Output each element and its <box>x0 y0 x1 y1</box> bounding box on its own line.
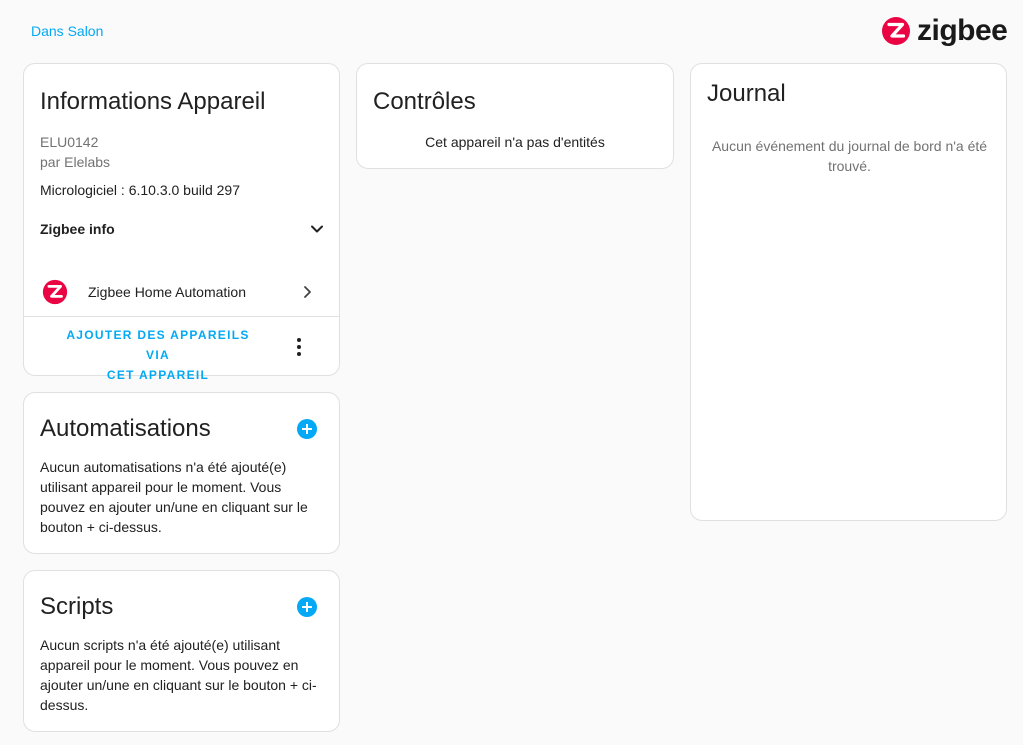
controls-card: Contrôles Cet appareil n'a pas d'entités <box>356 63 674 169</box>
integration-link-zha[interactable]: Zigbee Home Automation <box>24 272 339 312</box>
scripts-title: Scripts <box>40 593 114 620</box>
zigbee-info-label: Zigbee info <box>40 221 115 237</box>
integration-label: Zigbee Home Automation <box>88 284 246 300</box>
zigbee-logo-icon <box>42 279 68 305</box>
brand-logo: zigbee <box>881 14 1008 47</box>
device-model: ELU0142 <box>40 134 99 150</box>
add-devices-via-this-device-button[interactable]: AJOUTER DES APPAREILS VIA CET APPAREIL <box>54 325 262 385</box>
controls-empty-text: Cet appareil n'a pas d'entités <box>425 134 605 150</box>
automations-empty-text: Aucun automatisations n'a été ajouté(e) … <box>40 459 308 535</box>
device-manufacturer: par Elelabs <box>40 154 111 170</box>
area-link[interactable]: Dans Salon <box>31 23 103 39</box>
chevron-down-icon <box>311 225 323 233</box>
zigbee-info-expander[interactable]: Zigbee info <box>40 214 325 244</box>
device-firmware: Micrologiciel : 6.10.3.0 build 297 <box>40 182 241 198</box>
action-label-line2: CET APPAREIL <box>106 368 210 382</box>
scripts-empty-text: Aucun scripts n'a été ajouté(e) utilisan… <box>40 637 317 713</box>
logbook-title: Journal <box>707 80 786 107</box>
logbook-card: Journal Aucun événement du journal de bo… <box>690 63 1007 521</box>
scripts-card: Scripts Aucun scripts n'a été ajouté(e) … <box>23 570 340 732</box>
chevron-right-icon <box>304 286 311 298</box>
brand-text: zigbee <box>917 14 1008 47</box>
controls-title: Contrôles <box>373 88 476 115</box>
action-label-line1: AJOUTER DES APPAREILS VIA <box>66 328 250 362</box>
add-script-plus-icon[interactable] <box>297 597 317 617</box>
automations-title: Automatisations <box>40 415 211 442</box>
logbook-empty-text: Aucun événement du journal de bord n'a é… <box>711 138 988 174</box>
automations-card: Automatisations Aucun automatisations n'… <box>23 392 340 554</box>
zigbee-logo-icon <box>882 17 910 45</box>
device-info-title: Informations Appareil <box>40 88 266 115</box>
device-info-card: Informations Appareil ELU0142 par Elelab… <box>23 63 340 382</box>
add-automation-plus-icon[interactable] <box>297 419 317 439</box>
device-info-actions: AJOUTER DES APPAREILS VIA CET APPAREIL <box>24 316 339 382</box>
dots-vertical-icon[interactable] <box>289 335 309 359</box>
